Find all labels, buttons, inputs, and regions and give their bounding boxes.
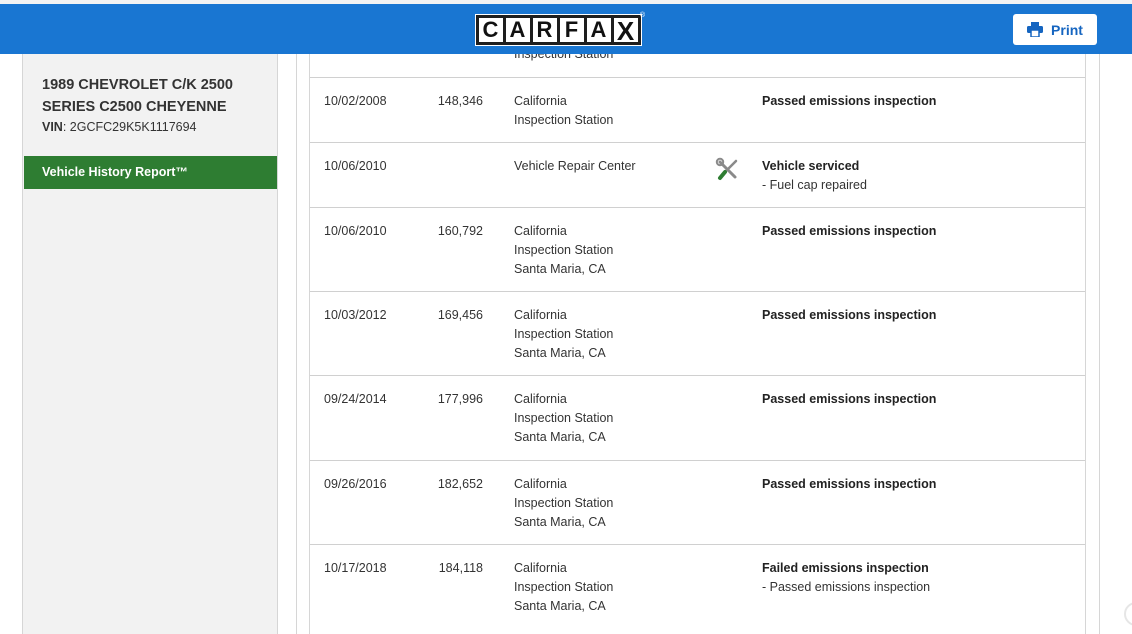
source-line: Santa Maria, CA (514, 515, 606, 529)
vin-value: 2GCFC29K5K1117694 (69, 120, 197, 134)
source-line: Santa Maria, CA (514, 599, 606, 613)
source-line: California (514, 477, 567, 491)
record-details: Passed emissions inspection (762, 222, 936, 241)
logo-letter-box: C A R F A X (474, 14, 642, 46)
record-odometer: 148,346 (437, 94, 483, 108)
record-date: 10/17/2018 (324, 561, 387, 575)
source-line: California (514, 94, 567, 108)
record-source: Vehicle Repair Center (514, 157, 636, 176)
logo-letter: A (505, 18, 530, 42)
carfax-logo[interactable]: C A R F A X ® (474, 12, 645, 46)
source-line: Inspection Station (514, 411, 614, 425)
record-source: California Inspection Station Santa Mari… (514, 390, 613, 447)
scroll-to-top-button[interactable] (1124, 602, 1132, 626)
record-odometer: 160,792 (437, 224, 483, 238)
record-details: Passed emissions inspection (762, 475, 936, 494)
source-line: California (514, 392, 567, 406)
record-detail-line: - Fuel cap repaired (762, 178, 867, 192)
record-details: Passed emissions inspection (762, 390, 936, 409)
sidebar-item-vehicle-history-report[interactable]: Vehicle History Report™ (24, 156, 277, 189)
record-date: 10/06/2010 (324, 224, 387, 238)
header-bar: C A R F A X ® Print (0, 4, 1132, 54)
record-odometer: 169,456 (437, 308, 483, 322)
vin-line: VIN: 2GCFC29K5K1117694 (42, 120, 197, 134)
printer-icon (1027, 22, 1044, 37)
vehicle-title: 1989 CHEVROLET C/K 2500 SERIES C2500 CHE… (42, 77, 233, 115)
record-title: Passed emissions inspection (762, 224, 937, 238)
table-row-partial: Inspection Station (310, 54, 1085, 78)
wrench-screwdriver-icon (715, 157, 738, 180)
vin-label: VIN (42, 120, 63, 134)
table-row: 09/24/2014 177,996 California Inspection… (310, 376, 1085, 461)
record-title: Passed emissions inspection (762, 477, 937, 491)
source-line: California (514, 224, 567, 238)
source-line: California (514, 308, 567, 322)
record-odometer: 177,996 (437, 392, 483, 406)
table-row: 10/17/2018 184,118 California Inspection… (310, 545, 1085, 634)
logo-letter: R (532, 18, 557, 42)
record-date: 10/06/2010 (324, 159, 387, 173)
record-source: California Inspection Station (514, 92, 613, 130)
source-line: California (514, 561, 567, 575)
logo-letter: F (559, 18, 584, 42)
record-detail-line: - Passed emissions inspection (762, 580, 931, 594)
print-button[interactable]: Print (1013, 14, 1097, 45)
record-date: 10/03/2012 (324, 308, 387, 322)
record-source: California Inspection Station Santa Mari… (514, 222, 613, 279)
logo-letter: X (613, 18, 638, 44)
record-title: Passed emissions inspection (762, 308, 937, 322)
logo-letter: C (478, 18, 503, 42)
record-details: Passed emissions inspection (762, 92, 936, 111)
history-table: Inspection Station 10/02/2008 148,346 Ca… (309, 54, 1086, 634)
source-line: Santa Maria, CA (514, 262, 606, 276)
print-label: Print (1051, 21, 1083, 38)
record-date: 09/26/2016 (324, 477, 387, 491)
source-line: Inspection Station (514, 496, 614, 510)
record-details: Passed emissions inspection (762, 306, 936, 325)
record-details: Failed emissions inspection - Passed emi… (762, 559, 930, 597)
source-line: Santa Maria, CA (514, 346, 606, 360)
table-row: 09/26/2016 182,652 California Inspection… (310, 461, 1085, 545)
source-line: Inspection Station (514, 243, 614, 257)
record-title: Vehicle serviced (762, 159, 860, 173)
record-source: California Inspection Station Santa Mari… (514, 306, 613, 363)
table-row: 10/06/2010 160,792 California Inspection… (310, 208, 1085, 292)
registered-mark-icon: ® (639, 12, 645, 19)
record-odometer: 182,652 (437, 477, 483, 491)
record-date: 10/02/2008 (324, 94, 387, 108)
record-source: California Inspection Station Santa Mari… (514, 475, 613, 532)
table-row: 10/03/2012 169,456 California Inspection… (310, 292, 1085, 376)
source-line: Inspection Station (514, 327, 614, 341)
record-title: Passed emissions inspection (762, 392, 937, 406)
record-details: Vehicle serviced - Fuel cap repaired (762, 157, 867, 195)
record-source: California Inspection Station Santa Mari… (514, 559, 613, 616)
source-line: Santa Maria, CA (514, 430, 606, 444)
logo-letter: A (586, 18, 611, 42)
sidebar: 1989 CHEVROLET C/K 2500 SERIES C2500 CHE… (22, 54, 278, 634)
record-title: Passed emissions inspection (762, 94, 937, 108)
table-row: 10/02/2008 148,346 California Inspection… (310, 78, 1085, 143)
record-date: 09/24/2014 (324, 392, 387, 406)
source-line: Vehicle Repair Center (514, 159, 636, 173)
record-title: Failed emissions inspection (762, 561, 929, 575)
source-line: Inspection Station (514, 580, 614, 594)
record-odometer: 184,118 (438, 561, 483, 575)
source-line: Inspection Station (514, 113, 614, 127)
source-line: Inspection Station (514, 54, 614, 61)
table-row: 10/06/2010 Vehicle Repair Center Vehicle… (310, 143, 1085, 208)
